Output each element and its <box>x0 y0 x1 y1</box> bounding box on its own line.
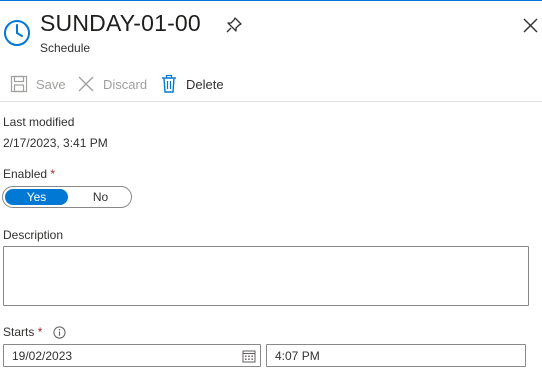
pin-icon[interactable] <box>225 16 243 34</box>
save-icon <box>10 75 28 93</box>
enabled-option-yes[interactable]: Yes <box>5 189 68 205</box>
required-marker: * <box>50 167 56 181</box>
enabled-label: Enabled <box>3 167 48 181</box>
last-modified-label: Last modified <box>3 115 75 129</box>
discard-label: Discard <box>103 76 148 92</box>
page-subtitle: Schedule <box>40 41 91 55</box>
delete-button[interactable]: Delete <box>159 72 224 96</box>
description-input[interactable] <box>3 246 529 306</box>
command-bar: Save Discard Delete <box>0 72 542 98</box>
discard-button[interactable]: Discard <box>76 72 147 96</box>
delete-label: Delete <box>186 76 224 92</box>
close-icon[interactable] <box>522 17 539 34</box>
description-label: Description <box>3 228 64 242</box>
starts-label-row: Starts * <box>3 325 42 339</box>
enabled-label-row: Enabled * <box>3 167 55 181</box>
top-accent-line <box>0 0 542 1</box>
starts-label: Starts <box>3 325 35 339</box>
page-title: SUNDAY-01-00 <box>40 10 201 36</box>
start-time-input[interactable]: 4:07 PM <box>266 344 526 367</box>
delete-icon <box>162 74 176 93</box>
save-button[interactable]: Save <box>9 72 66 96</box>
last-modified-value: 2/17/2023, 3:41 PM <box>3 136 108 150</box>
start-date-input[interactable]: 19/02/2023 <box>3 344 261 367</box>
enabled-toggle: Yes No <box>2 186 132 208</box>
clock-icon <box>4 20 30 46</box>
start-date-value: 19/02/2023 <box>12 349 73 363</box>
required-marker: * <box>37 325 43 339</box>
enabled-option-no[interactable]: No <box>69 189 132 205</box>
start-time-value: 4:07 PM <box>275 349 320 363</box>
calendar-icon[interactable] <box>242 349 256 363</box>
discard-icon <box>78 76 94 92</box>
toolbar-divider <box>0 101 542 102</box>
save-label: Save <box>36 76 66 92</box>
info-icon[interactable] <box>53 326 66 339</box>
